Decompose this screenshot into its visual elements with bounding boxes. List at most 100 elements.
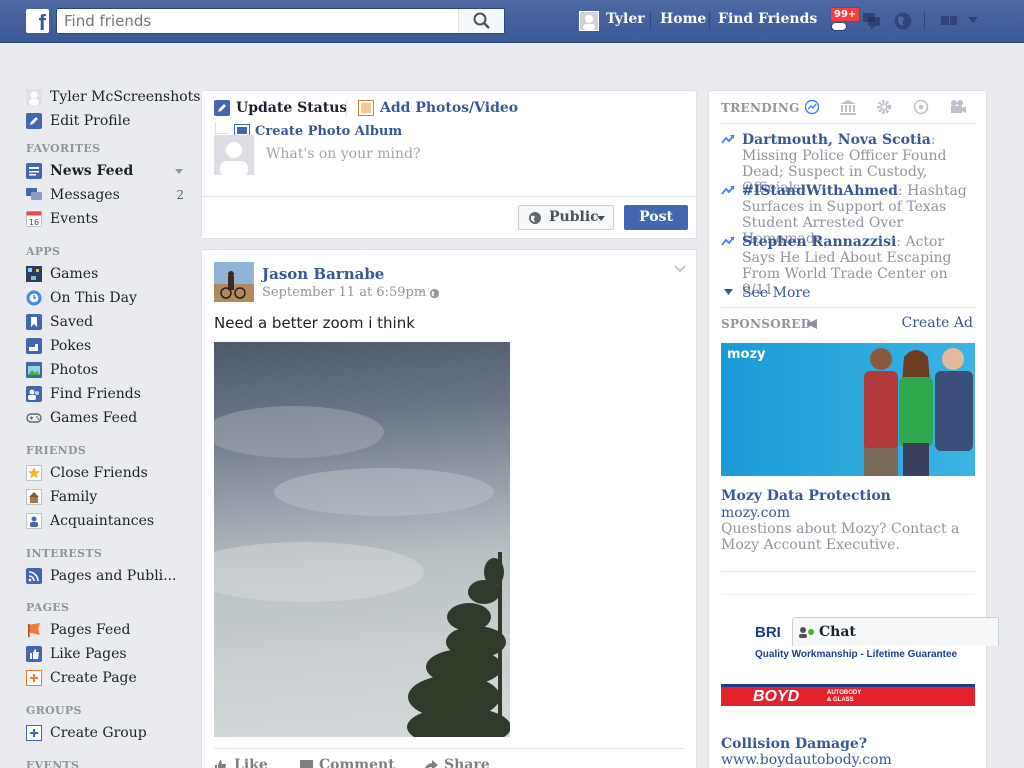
tab-update-status[interactable]: Update Status	[236, 100, 347, 116]
author-avatar[interactable]	[214, 262, 254, 302]
ad-title[interactable]: Collision Damage?	[721, 736, 867, 752]
chevron-down-icon	[597, 216, 605, 221]
status-composer: Update Status Add Photos/Video Create Ph…	[201, 90, 697, 239]
facebook-logo-icon[interactable]: f	[26, 9, 49, 33]
sidebar-item-messages[interactable]: Messages 2	[26, 186, 188, 206]
status-input[interactable]: What's on your mind?	[266, 146, 421, 162]
account-menu-chevron-down-icon[interactable]	[967, 15, 979, 25]
sidebar-item-family[interactable]: Family	[26, 488, 188, 508]
politics-building-icon[interactable]	[839, 99, 857, 115]
search-input[interactable]	[57, 9, 457, 33]
nav-divider	[709, 12, 710, 30]
sidebar-item-photos[interactable]: Photos	[26, 361, 188, 381]
comment-label: Comment	[319, 757, 395, 768]
post-photo[interactable]	[214, 342, 510, 737]
post-text: Need a better zoom i think	[214, 314, 415, 332]
sidebar-item-label: Saved	[50, 314, 94, 330]
ad-body: Questions about Mozy? Contact a Mozy Acc…	[721, 521, 960, 553]
ad-tagline: Quality Workmanship - Lifetime Guarantee	[755, 649, 958, 660]
chevron-down-icon	[724, 289, 733, 295]
sidebar-item-news-feed[interactable]: News Feed	[26, 162, 188, 182]
sidebar-item-pokes[interactable]: Pokes	[26, 337, 188, 357]
sidebar-item-edit-profile[interactable]: Edit Profile	[26, 112, 188, 132]
chevron-down-icon[interactable]	[175, 169, 183, 175]
thumbs-up-icon	[26, 646, 42, 662]
megaphone-flag-icon	[28, 623, 40, 637]
ad-title[interactable]: Mozy Data Protection	[721, 488, 891, 504]
acquaintances-icon	[26, 513, 42, 529]
megaphone-icon	[807, 319, 817, 329]
sidebar-item-like-pages[interactable]: Like Pages	[26, 645, 188, 665]
sidebar-item-label: Games Feed	[50, 410, 138, 426]
sports-ball-icon[interactable]	[913, 99, 929, 115]
sidebar-item-acquaintances[interactable]: Acquaintances	[26, 512, 188, 532]
section-heading-apps: APPS	[26, 245, 61, 258]
create-ad-link[interactable]: Create Ad	[902, 315, 973, 331]
ad-image-boyd[interactable]: BRI Quality Workmanship - Lifetime Guara…	[721, 586, 975, 708]
top-bar: f Tyler Home Find Friends 99+	[0, 0, 1024, 43]
post-author-name[interactable]: Jason Barnabe	[262, 265, 384, 283]
rss-feed-icon	[26, 568, 42, 584]
game-controller-icon	[26, 413, 42, 423]
sidebar-item-pages-feed[interactable]: Pages Feed	[26, 621, 188, 641]
trending-topic-title[interactable]: Dartmouth, Nova Scotia	[742, 132, 931, 148]
trending-topic-title[interactable]: Stephen Rannazzisi	[742, 234, 896, 250]
sidebar-item-label: Edit Profile	[50, 113, 131, 129]
search-button[interactable]	[458, 9, 504, 33]
public-globe-icon[interactable]	[429, 288, 440, 299]
sidebar-item-label: Events	[50, 211, 99, 227]
post-timestamp[interactable]: September 11 at 6:59pm	[262, 285, 426, 300]
audience-selector-button[interactable]: Public	[518, 205, 614, 230]
post-options-chevron-down-icon[interactable]	[674, 265, 686, 273]
privacy-shortcuts-icon[interactable]	[939, 10, 959, 30]
ad-domain[interactable]: mozy.com	[721, 505, 790, 521]
sidebar-item-events[interactable]: 16 Events	[26, 210, 188, 230]
sidebar-item-label: Family	[50, 489, 98, 505]
sidebar-item-close-friends[interactable]: Close Friends	[26, 464, 188, 484]
sidebar-item-on-this-day[interactable]: On This Day	[26, 289, 188, 309]
tab-divider	[346, 101, 347, 117]
share-button[interactable]: Share	[424, 757, 504, 768]
bookmark-icon	[26, 314, 42, 330]
trending-topic-title[interactable]: #IStandWithAhmed	[742, 183, 898, 199]
messages-icon[interactable]	[861, 10, 883, 32]
ad-image-mozy[interactable]: mozy	[721, 343, 975, 476]
home-link[interactable]: Home	[660, 11, 706, 27]
news-feed-icon	[26, 163, 42, 179]
sidebar-item-games-feed[interactable]: Games Feed	[26, 409, 188, 429]
messages-icon	[26, 188, 42, 200]
trending-top-icon[interactable]	[804, 99, 820, 115]
science-gear-icon[interactable]	[876, 99, 892, 115]
comment-button[interactable]: Comment	[300, 757, 400, 768]
top-avatar[interactable]	[579, 11, 599, 31]
sidebar-item-find-friends[interactable]: Find Friends	[26, 385, 188, 405]
entertainment-camera-icon[interactable]	[949, 99, 967, 115]
sidebar-item-games[interactable]: Games	[26, 265, 188, 285]
sidebar-item-profile[interactable]: Tyler McScreenshots	[26, 88, 200, 108]
sidebar-item-pages-and-public-figures[interactable]: Pages and Publi...	[26, 567, 188, 587]
poke-hand-icon	[26, 338, 42, 354]
profile-link[interactable]: Tyler	[606, 11, 645, 27]
find-friends-link[interactable]: Find Friends	[718, 11, 817, 27]
create-page-plus-icon	[26, 670, 42, 686]
sidebar-item-label: Photos	[50, 362, 99, 378]
tab-create-photo-album[interactable]: Create Photo Album	[255, 124, 402, 139]
like-button[interactable]: Like	[214, 757, 274, 768]
section-heading-pages: PAGES	[26, 601, 70, 614]
star-icon	[26, 465, 42, 481]
notifications-globe-icon[interactable]	[892, 10, 914, 32]
sidebar-item-create-page[interactable]: Create Page	[26, 669, 188, 689]
post-button[interactable]: Post	[624, 205, 688, 230]
sidebar-item-label: Create Page	[50, 670, 137, 686]
sidebar-item-label: Pages Feed	[50, 622, 131, 638]
sidebar-item-saved[interactable]: Saved	[26, 313, 188, 333]
sidebar-item-create-group[interactable]: Create Group	[26, 724, 188, 744]
ad-domain[interactable]: www.boydautobody.com	[721, 752, 892, 768]
right-sidebar: TRENDING Dartmouth, Nova Scotia: Missing…	[708, 90, 987, 768]
sidebar-item-label: Games	[50, 266, 99, 282]
chat-tab[interactable]: Chat	[792, 617, 999, 646]
tab-add-photos-video[interactable]: Add Photos/Video	[380, 100, 518, 116]
post-divider	[214, 748, 684, 749]
sidebar-item-label: News Feed	[50, 163, 134, 179]
see-more-label: See More	[742, 285, 811, 301]
